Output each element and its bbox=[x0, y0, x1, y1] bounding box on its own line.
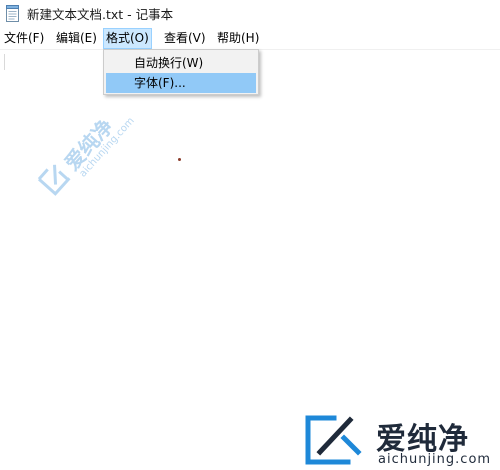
watermark-corner-url: aichunjing.com bbox=[378, 452, 492, 467]
menu-file[interactable]: 文件(F) bbox=[2, 28, 46, 49]
format-menu-dropdown: 自动换行(W) 字体(F)... bbox=[103, 49, 259, 95]
notepad-icon bbox=[6, 5, 20, 22]
menu-item-font[interactable]: 字体(F)... bbox=[106, 73, 256, 93]
menu-bar: 文件(F) 编辑(E) 格式(O) 查看(V) 帮助(H) bbox=[0, 28, 500, 50]
watermark-corner: 爱纯净 aichunjing.com bbox=[300, 410, 500, 470]
menu-format[interactable]: 格式(O) bbox=[103, 28, 152, 49]
mouse-pointer-dot bbox=[178, 158, 181, 161]
text-cursor bbox=[4, 54, 5, 70]
notepad-window: 新建文本文档.txt - 记事本 文件(F) 编辑(E) 格式(O) 查看(V)… bbox=[0, 0, 500, 470]
menu-item-word-wrap[interactable]: 自动换行(W) bbox=[106, 53, 256, 73]
menu-help[interactable]: 帮助(H) bbox=[215, 28, 261, 49]
title-bar[interactable]: 新建文本文档.txt - 记事本 bbox=[0, 0, 500, 28]
window-title: 新建文本文档.txt - 记事本 bbox=[27, 7, 174, 22]
menu-edit[interactable]: 编辑(E) bbox=[54, 28, 99, 49]
watermark-corner-logo-icon bbox=[304, 412, 362, 468]
menu-view[interactable]: 查看(V) bbox=[162, 28, 208, 49]
